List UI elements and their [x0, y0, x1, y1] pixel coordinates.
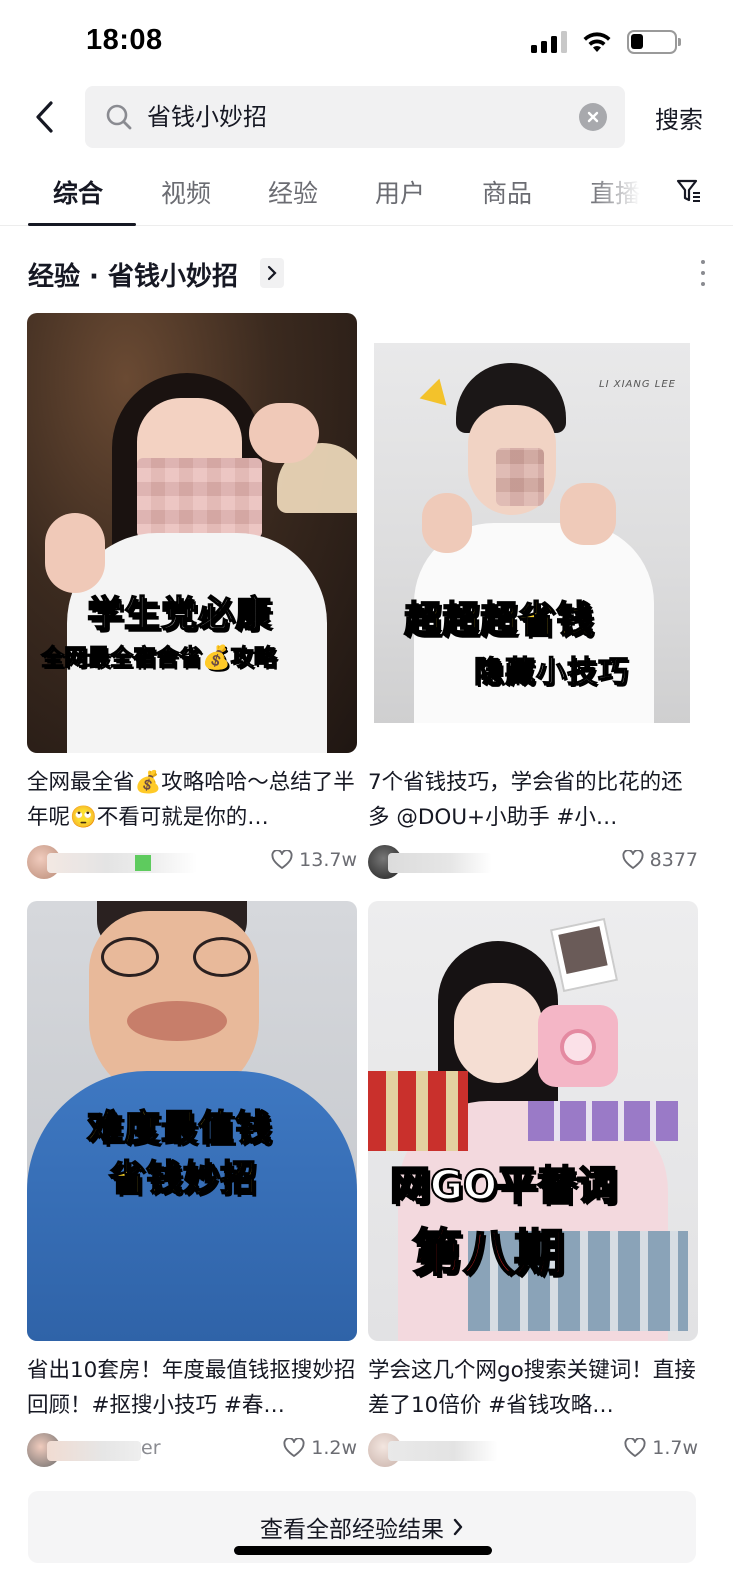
search-tabs: 综合 视频 经验 用户 商品 直播: [0, 160, 733, 226]
result-card[interactable]: 学生党必康 全网最全宿舍省💰攻略 全网最全省💰攻略哈哈～总结了半年呢🙄不看可就是…: [27, 313, 357, 881]
photo-cards: [549, 917, 619, 993]
heart-icon: [271, 850, 293, 869]
home-indicator: [234, 1546, 492, 1555]
like-count-value: 1.7w: [652, 1437, 698, 1459]
card-title[interactable]: 全网最全省💰攻略哈哈～总结了半年呢🙄不看可就是你的…: [27, 765, 357, 835]
author-name-visible: er: [141, 1437, 161, 1459]
more-dot-icon: [701, 260, 705, 264]
thumbnail-caption-line1: 超超超省钱: [403, 597, 594, 642]
like-count-value: 13.7w: [299, 849, 357, 871]
card-title[interactable]: 7个省钱技巧，学会省的比花的还多 @DOU+小助手 #小…: [368, 765, 698, 835]
chevron-left-icon: [36, 101, 53, 133]
search-box[interactable]: [85, 86, 625, 148]
like-count[interactable]: 13.7w: [271, 849, 357, 871]
like-count[interactable]: 8377: [622, 849, 698, 871]
result-card[interactable]: LI XIANG LEE 超超超省钱 隐藏小技巧 7个省钱技巧，学会省的比花的还…: [368, 313, 698, 881]
filter-icon: [676, 179, 700, 202]
chevron-right-icon: [453, 1518, 463, 1536]
arrow-graphic: [419, 378, 457, 416]
mouth-shape: [127, 1001, 227, 1041]
wifi-icon: [583, 32, 611, 52]
heart-icon: [624, 1438, 646, 1457]
filter-button[interactable]: [676, 178, 702, 208]
tab-live[interactable]: 直播: [590, 174, 640, 210]
pink-camera: [538, 1005, 618, 1087]
author-name-badge: [135, 855, 151, 871]
tab-products[interactable]: 商品: [482, 174, 532, 210]
thumbnail-watermark: LI XIANG LEE: [599, 379, 676, 390]
active-tab-indicator: [28, 223, 136, 226]
experience-section-header: 经验 · 省钱小妙招: [28, 254, 708, 294]
battery-low-icon: [627, 30, 681, 54]
chevron-right-icon: [267, 265, 277, 281]
thumbnail-caption-line1: 学生党必康: [86, 593, 273, 636]
status-icons: [531, 30, 681, 54]
more-dot-icon: [701, 282, 705, 286]
like-count[interactable]: 1.7w: [624, 1437, 698, 1459]
thumbnail-caption-line2: 隐藏小技巧: [473, 654, 629, 690]
card-title[interactable]: 省出10套房！年度最值钱抠搜妙招回顾！#抠搜小技巧 #春…: [27, 1353, 357, 1423]
blurred-face-region: [496, 448, 544, 506]
search-icon: [106, 104, 132, 130]
author-name-blurred[interactable]: [388, 853, 492, 873]
search-input[interactable]: [147, 100, 547, 128]
view-all-label: 查看全部经验结果: [260, 1517, 444, 1543]
more-dot-icon: [701, 271, 705, 275]
search-header: 搜索: [0, 86, 733, 148]
tab-users[interactable]: 用户: [375, 174, 425, 210]
glasses: [101, 937, 251, 979]
status-bar: 18:08: [0, 0, 733, 86]
cellular-signal-icon: [531, 31, 567, 53]
thumbnail-caption-line1: 难度最值钱: [86, 1107, 273, 1150]
like-count[interactable]: 1.2w: [283, 1437, 357, 1459]
video-thumbnail[interactable]: 学生党必康 全网最全宿舍省💰攻略: [27, 313, 357, 753]
thumbnail-caption-line2: 第八期: [411, 1223, 565, 1283]
like-count-value: 8377: [649, 849, 698, 871]
heart-icon: [283, 1438, 305, 1457]
section-more-arrow[interactable]: [260, 258, 284, 288]
hand-right: [560, 483, 616, 545]
card-title[interactable]: 学会这几个网go搜索关键词！直接差了10倍价 #省钱攻略…: [368, 1353, 698, 1423]
video-thumbnail[interactable]: 网GO平替词 第八期: [368, 901, 698, 1341]
author-name-blurred[interactable]: [47, 1441, 141, 1461]
thumbnail-caption-line1: 网GO平替词: [389, 1162, 618, 1210]
like-count-value: 1.2w: [311, 1437, 357, 1459]
snack-stack: [368, 1071, 468, 1151]
clear-circle-icon: [587, 111, 599, 123]
thumbnail-caption-line2: 省钱妙招: [108, 1157, 258, 1200]
hand-left: [45, 513, 105, 593]
tab-video[interactable]: 视频: [161, 174, 211, 210]
tab-all[interactable]: 综合: [53, 174, 103, 210]
author-name-blurred[interactable]: [388, 1441, 498, 1461]
result-card[interactable]: 网GO平替词 第八期 学会这几个网go搜索关键词！直接差了10倍价 #省钱攻略……: [368, 901, 698, 1469]
heart-icon: [622, 850, 644, 869]
card-meta: er 1.2w: [27, 1431, 357, 1469]
back-button[interactable]: [28, 98, 62, 136]
hand-right: [249, 403, 319, 463]
author-name-blurred[interactable]: [47, 853, 197, 873]
thumbnail-photo: LI XIANG LEE 超超超省钱 隐藏小技巧: [374, 343, 690, 723]
result-card[interactable]: 难度最值钱 省钱妙招 省出10套房！年度最值钱抠搜妙招回顾！#抠搜小技巧 #春……: [27, 901, 357, 1469]
video-thumbnail[interactable]: LI XIANG LEE 超超超省钱 隐藏小技巧: [368, 313, 698, 753]
video-thumbnail[interactable]: 难度最值钱 省钱妙招: [27, 901, 357, 1341]
card-meta: 1.7w: [368, 1431, 698, 1469]
drink-cans: [528, 1101, 678, 1141]
clear-search-button[interactable]: [579, 103, 607, 131]
thumbnail-caption-line2: 全网最全宿舍省💰攻略: [41, 645, 278, 672]
tab-experience[interactable]: 经验: [268, 174, 318, 210]
more-options-button[interactable]: [698, 260, 708, 286]
search-submit-button[interactable]: 搜索: [655, 100, 703, 135]
card-meta: 13.7w: [27, 843, 357, 881]
card-meta: 8377: [368, 843, 698, 881]
hand-left: [422, 493, 472, 553]
section-title: 经验 · 省钱小妙招: [28, 262, 238, 292]
status-time: 18:08: [86, 24, 163, 56]
person-face: [454, 983, 542, 1083]
blurred-face-region: [137, 458, 262, 538]
